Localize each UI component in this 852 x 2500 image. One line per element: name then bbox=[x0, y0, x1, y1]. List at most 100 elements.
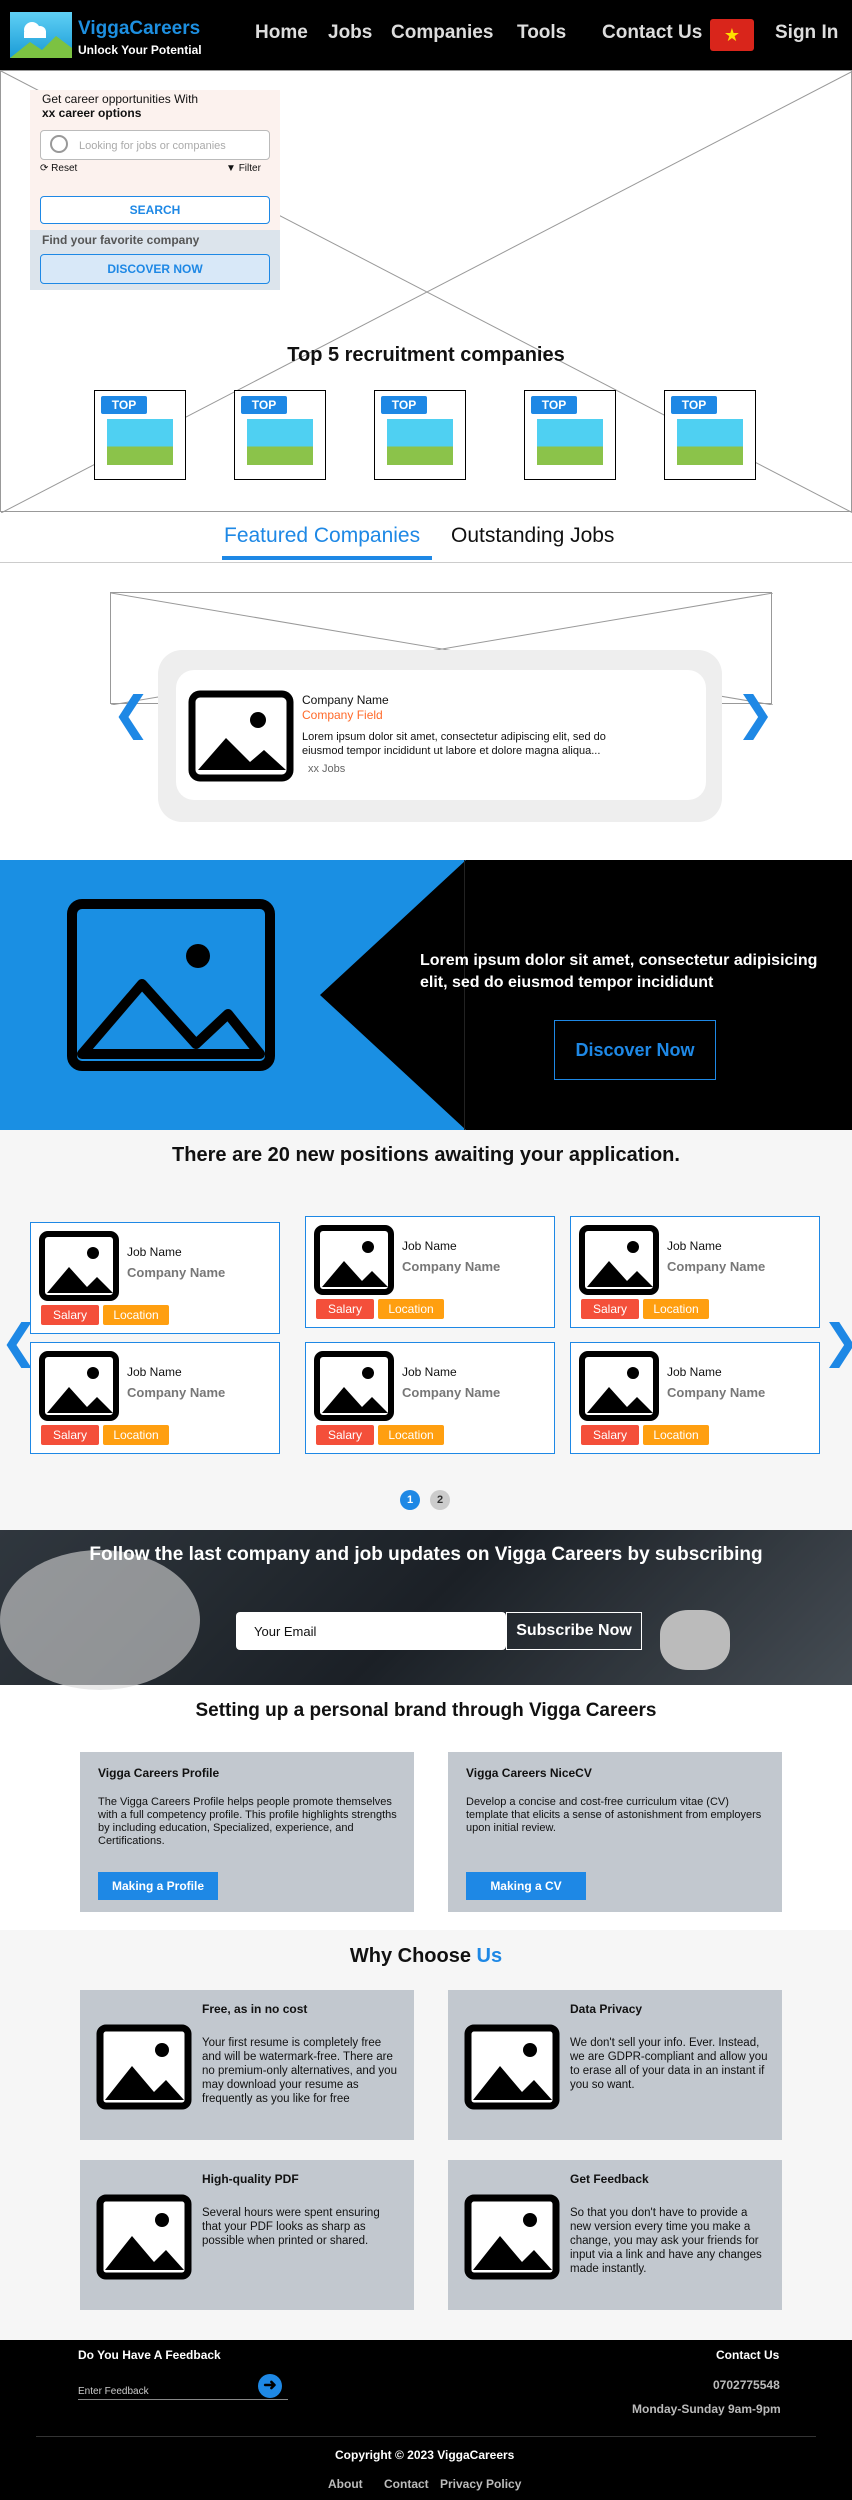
salary-badge: Salary bbox=[316, 1425, 374, 1445]
chevron-left-icon[interactable]: ❮ bbox=[112, 686, 151, 740]
top-company-card[interactable]: TOP bbox=[524, 390, 616, 480]
send-arrow-icon[interactable]: ➜ bbox=[258, 2374, 282, 2398]
why-card: High-quality PDF Several hours were spent… bbox=[80, 2160, 414, 2310]
reset-button[interactable]: ⟳ Reset bbox=[40, 163, 77, 174]
why-title-prefix: Why Choose bbox=[349, 1945, 477, 1967]
top5-title: Top 5 recruitment companies bbox=[287, 344, 565, 366]
top-badge: TOP bbox=[101, 396, 147, 414]
company-logo-icon bbox=[387, 419, 453, 465]
contact-phone[interactable]: 0702775548 bbox=[713, 2378, 780, 2392]
why-card: Data Privacy We don't sell your info. Eve… bbox=[448, 1990, 782, 2140]
discover-now-promo-button[interactable]: Discover Now bbox=[554, 1020, 716, 1080]
nav-tools[interactable]: Tools bbox=[517, 22, 566, 44]
job-company-name: Company Name bbox=[127, 1265, 226, 1280]
search-icon bbox=[50, 135, 68, 153]
job-card[interactable]: Job Name Company Name Salary Location bbox=[305, 1342, 555, 1454]
sign-in-link[interactable]: Sign In bbox=[775, 22, 838, 44]
profile-card-desc: The Vigga Careers Profile helps people p… bbox=[98, 1796, 397, 1847]
top-company-card[interactable]: TOP bbox=[664, 390, 756, 480]
location-badge: Location bbox=[103, 1425, 169, 1445]
feedback-input[interactable]: Enter Feedback bbox=[78, 2386, 288, 2400]
job-company-name: Company Name bbox=[402, 1385, 501, 1400]
location-badge: Location bbox=[378, 1425, 444, 1445]
image-placeholder-icon bbox=[39, 1231, 119, 1301]
why-card: Free, as in no cost Your first resume is … bbox=[80, 1990, 414, 2140]
top-badge: TOP bbox=[671, 396, 717, 414]
top-company-card[interactable]: TOP bbox=[374, 390, 466, 480]
search-panel-heading: Get career opportunities With bbox=[42, 92, 199, 106]
make-profile-button[interactable]: Making a Profile bbox=[98, 1872, 218, 1900]
company-jobs-count: xx Jobs bbox=[308, 763, 346, 775]
salary-badge: Salary bbox=[581, 1299, 639, 1319]
pagination-page-1[interactable]: 1 bbox=[400, 1490, 420, 1510]
job-name: Job Name bbox=[402, 1239, 457, 1253]
image-placeholder-icon bbox=[464, 2024, 560, 2110]
cv-card: Vigga Careers NiceCV Develop a concise a… bbox=[448, 1752, 782, 1912]
company-logo-icon bbox=[537, 419, 603, 465]
why-card-desc: So that you don't have to provide a new … bbox=[570, 2207, 762, 2275]
company-logo-icon bbox=[107, 419, 173, 465]
why-card-title: Free, as in no cost bbox=[202, 2002, 308, 2016]
location-badge: Location bbox=[643, 1299, 709, 1319]
job-card[interactable]: Job Name Company Name Salary Location bbox=[570, 1216, 820, 1328]
why-card: Get Feedback So that you don't have to pr… bbox=[448, 2160, 782, 2310]
job-name: Job Name bbox=[127, 1365, 182, 1379]
filter-button[interactable]: ▼ Filter bbox=[226, 163, 261, 174]
salary-badge: Salary bbox=[316, 1299, 374, 1319]
chevron-right-icon[interactable]: ❯ bbox=[736, 686, 775, 740]
nav-home[interactable]: Home bbox=[255, 22, 308, 44]
company-logo-icon bbox=[247, 419, 313, 465]
pagination-page-2[interactable]: 2 bbox=[430, 1490, 450, 1510]
job-card[interactable]: Job Name Company Name Salary Location bbox=[30, 1342, 280, 1454]
footer-link-about[interactable]: About bbox=[328, 2477, 363, 2491]
tab-featured-companies[interactable]: Featured Companies bbox=[224, 524, 420, 548]
nav-companies[interactable]: Companies bbox=[391, 22, 493, 44]
footer-link-privacy[interactable]: Privacy Policy bbox=[440, 2477, 521, 2491]
logo-icon[interactable] bbox=[10, 12, 72, 58]
company-name: Company Name bbox=[302, 693, 389, 707]
job-card[interactable]: Job Name Company Name Salary Location bbox=[570, 1342, 820, 1454]
jobs-section-title: There are 20 new positions awaiting your… bbox=[172, 1144, 680, 1166]
job-company-name: Company Name bbox=[127, 1385, 226, 1400]
job-name: Job Name bbox=[667, 1365, 722, 1379]
brand-name[interactable]: ViggaCareers bbox=[78, 18, 200, 40]
why-card-title: Data Privacy bbox=[570, 2002, 643, 2016]
tab-outstanding-jobs[interactable]: Outstanding Jobs bbox=[451, 524, 614, 548]
company-field: Company Field bbox=[302, 708, 383, 722]
image-placeholder-icon bbox=[96, 2024, 192, 2110]
job-card[interactable]: Job Name Company Name Salary Location bbox=[30, 1222, 280, 1334]
top-company-card[interactable]: TOP bbox=[94, 390, 186, 480]
subscribe-button[interactable]: Subscribe Now bbox=[506, 1612, 642, 1650]
job-name: Job Name bbox=[127, 1245, 182, 1259]
footer-link-contact[interactable]: Contact bbox=[384, 2477, 429, 2491]
image-placeholder-icon bbox=[314, 1351, 394, 1421]
profile-card-title: Vigga Careers Profile bbox=[98, 1766, 220, 1780]
job-card[interactable]: Job Name Company Name Salary Location bbox=[305, 1216, 555, 1328]
top-company-card[interactable]: TOP bbox=[234, 390, 326, 480]
profile-card: Vigga Careers Profile The Vigga Careers … bbox=[80, 1752, 414, 1912]
reset-label: Reset bbox=[51, 163, 78, 174]
email-input[interactable]: Your Email bbox=[236, 1612, 506, 1650]
contact-title: Contact Us bbox=[716, 2348, 780, 2362]
make-cv-button[interactable]: Making a CV bbox=[466, 1872, 586, 1900]
search-button[interactable]: SEARCH bbox=[40, 196, 270, 224]
why-card-title: High-quality PDF bbox=[202, 2172, 299, 2186]
vietnam-flag-icon[interactable]: ★ bbox=[710, 19, 754, 51]
job-name: Job Name bbox=[402, 1365, 457, 1379]
plant-pot-decor bbox=[660, 1610, 730, 1670]
discover-now-button[interactable]: DISCOVER NOW bbox=[40, 254, 270, 284]
image-placeholder-icon bbox=[96, 2194, 192, 2280]
site-footer bbox=[0, 2340, 852, 2500]
cv-card-desc: Develop a concise and cost-free curricul… bbox=[466, 1796, 762, 1834]
promo-divider bbox=[464, 860, 465, 1130]
nav-contact-us[interactable]: Contact Us bbox=[602, 22, 702, 44]
chevron-right-icon[interactable]: ❯ bbox=[822, 1314, 852, 1368]
filter-icon: ▼ bbox=[226, 163, 239, 174]
top-badge: TOP bbox=[531, 396, 577, 414]
chair-decor bbox=[0, 1550, 200, 1690]
image-placeholder-icon bbox=[188, 690, 294, 782]
search-input[interactable]: Looking for jobs or companies bbox=[40, 130, 270, 160]
nav-jobs[interactable]: Jobs bbox=[328, 22, 372, 44]
job-name: Job Name bbox=[667, 1239, 722, 1253]
company-logo-icon bbox=[677, 419, 743, 465]
